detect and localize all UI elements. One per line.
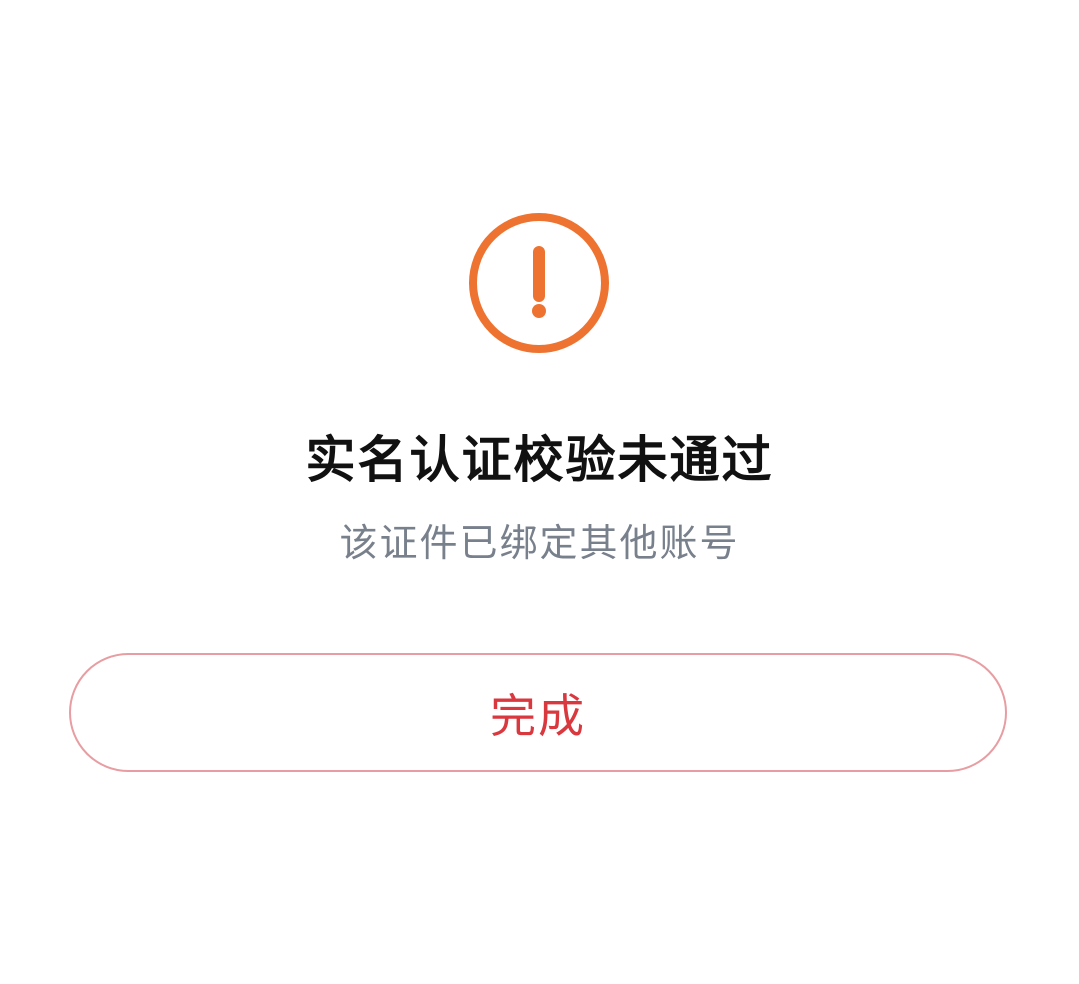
alert-circle-icon: [468, 212, 610, 354]
verification-result-screen: 实名认证校验未通过 该证件已绑定其他账号 完成: [0, 0, 1079, 984]
done-button[interactable]: 完成: [69, 653, 1007, 772]
result-title: 实名认证校验未通过: [305, 431, 774, 489]
done-button-label: 完成: [490, 688, 586, 743]
result-message: 该证件已绑定其他账号: [339, 521, 740, 565]
